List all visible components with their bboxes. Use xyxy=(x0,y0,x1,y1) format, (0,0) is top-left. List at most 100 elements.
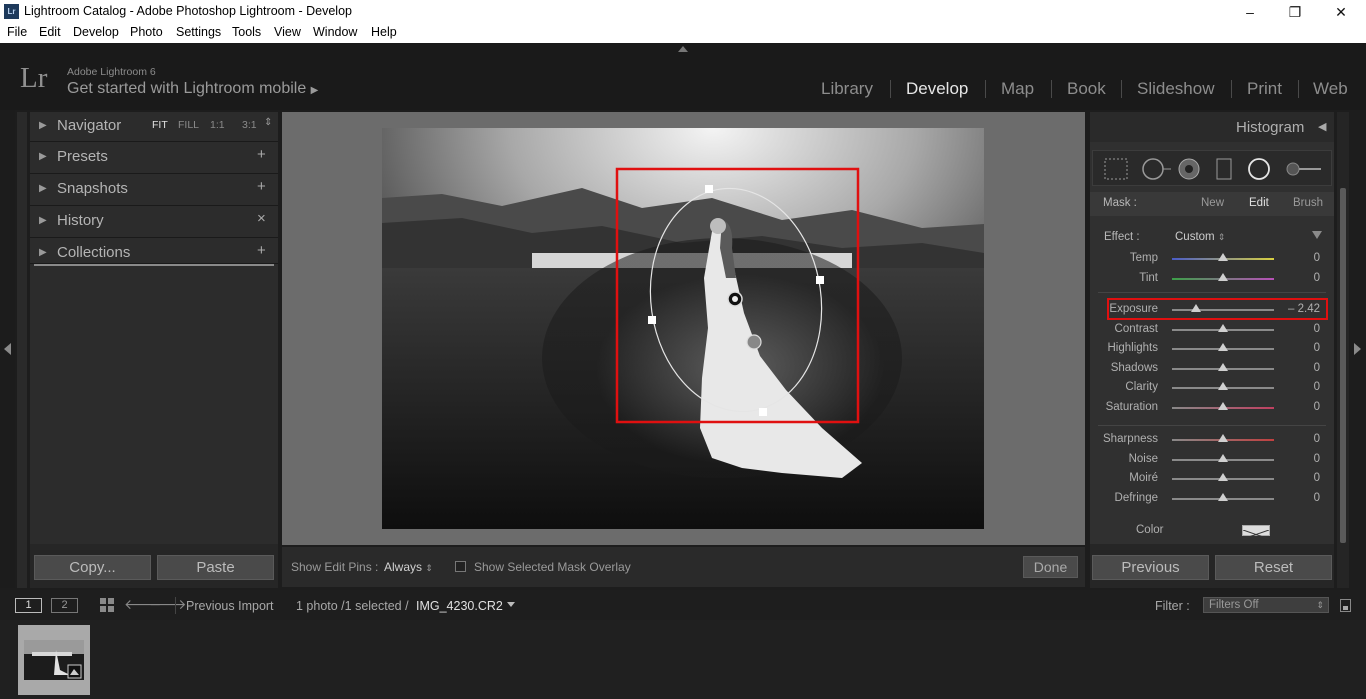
clarity-thumb[interactable] xyxy=(1218,382,1228,390)
zoom-fill[interactable]: FILL xyxy=(178,119,199,131)
filter-handle-left[interactable] xyxy=(648,316,656,324)
menu-develop[interactable]: Develop xyxy=(73,25,119,39)
saturation-slider-row[interactable]: Saturation 0 xyxy=(1090,398,1334,417)
module-map[interactable]: Map xyxy=(1001,79,1034,99)
mask-overlay-checkbox[interactable] xyxy=(455,561,466,572)
defringe-thumb[interactable] xyxy=(1218,492,1228,501)
paste-button[interactable]: Paste xyxy=(157,555,274,580)
history-header[interactable]: ▶ History × xyxy=(30,206,278,238)
menu-file[interactable]: File xyxy=(7,25,27,39)
tint-thumb[interactable] xyxy=(1218,272,1228,281)
shadows-value[interactable]: 0 xyxy=(1314,362,1320,374)
saturation-value[interactable]: 0 xyxy=(1314,401,1320,413)
grid-view-icon[interactable] xyxy=(100,598,115,613)
color-swatch[interactable] xyxy=(1242,525,1270,540)
zoom-3-1[interactable]: 3:1 xyxy=(242,119,257,131)
previous-button[interactable]: Previous xyxy=(1092,555,1209,580)
add-preset-icon[interactable]: + xyxy=(257,146,266,163)
saturation-thumb[interactable] xyxy=(1218,401,1228,410)
mask-new[interactable]: New xyxy=(1201,197,1224,209)
module-slideshow[interactable]: Slideshow xyxy=(1137,79,1215,99)
moire-value[interactable]: 0 xyxy=(1314,472,1320,484)
clear-history-icon[interactable]: × xyxy=(257,210,266,227)
contrast-thumb[interactable] xyxy=(1218,323,1228,332)
filmstrip-thumbnail-cell[interactable] xyxy=(18,625,90,695)
clarity-value[interactable]: 0 xyxy=(1314,381,1320,393)
module-develop[interactable]: Develop xyxy=(906,79,968,99)
radial-filter-icon[interactable] xyxy=(1248,158,1270,180)
highlights-slider-row[interactable]: Highlights 0 xyxy=(1090,339,1334,358)
contrast-slider-row[interactable]: Contrast 0 xyxy=(1090,320,1334,339)
temp-slider-row[interactable]: Temp 0 xyxy=(1090,249,1334,268)
exposure-slider-row[interactable]: Exposure – 2.42 xyxy=(1090,300,1334,319)
collections-header[interactable]: ▶ Collections + xyxy=(30,238,278,264)
noise-thumb[interactable] xyxy=(1218,453,1228,462)
crop-overlay-icon[interactable] xyxy=(1104,158,1128,180)
module-web[interactable]: Web xyxy=(1313,79,1348,99)
highlights-value[interactable]: 0 xyxy=(1314,342,1320,354)
temp-thumb[interactable] xyxy=(1218,253,1228,261)
exposure-value[interactable]: – 2.42 xyxy=(1288,303,1320,315)
menu-tools[interactable]: Tools xyxy=(232,25,261,39)
sharpness-slider-row[interactable]: Sharpness 0 xyxy=(1090,430,1334,449)
filter-handle-bottom[interactable] xyxy=(759,408,767,416)
exposure-track[interactable] xyxy=(1172,309,1274,311)
copy-button[interactable]: Copy... xyxy=(34,555,151,580)
mask-edit[interactable]: Edit xyxy=(1249,197,1269,209)
moire-thumb[interactable] xyxy=(1218,473,1228,481)
navigator-header[interactable]: ▶ Navigator FIT FILL 1:1 3:1 ⇕ xyxy=(30,112,278,142)
contrast-value[interactable]: 0 xyxy=(1314,323,1320,335)
filter-lock-icon[interactable] xyxy=(1340,599,1351,612)
adjustment-brush-icon[interactable] xyxy=(1286,162,1321,176)
collapse-right-icon[interactable] xyxy=(1354,343,1361,355)
exposure-thumb[interactable] xyxy=(1191,304,1202,312)
filter-handle-right[interactable] xyxy=(816,276,824,284)
zoom-fit[interactable]: FIT xyxy=(152,119,168,131)
temp-value[interactable]: 0 xyxy=(1314,252,1320,264)
graduated-filter-icon[interactable] xyxy=(1216,158,1232,180)
second-screen-button[interactable]: 2 xyxy=(51,598,78,613)
add-collection-icon[interactable]: + xyxy=(257,242,266,259)
presets-header[interactable]: ▶ Presets + xyxy=(30,142,278,174)
main-screen-button[interactable]: 1 xyxy=(15,598,42,613)
close-button[interactable]: ✕ xyxy=(1318,2,1364,22)
menu-settings[interactable]: Settings xyxy=(176,25,221,39)
red-eye-icon[interactable] xyxy=(1178,158,1200,180)
clarity-slider-row[interactable]: Clarity 0 xyxy=(1090,378,1334,397)
highlights-thumb[interactable] xyxy=(1218,343,1228,351)
module-print[interactable]: Print xyxy=(1247,79,1282,99)
tint-value[interactable]: 0 xyxy=(1314,272,1320,284)
forward-arrow-icon[interactable]: 🡒 xyxy=(149,596,187,613)
source-label[interactable]: Previous Import xyxy=(186,599,274,613)
collapse-left-icon[interactable] xyxy=(4,343,11,355)
mobile-promo[interactable]: Get started with Lightroom mobile ▶ xyxy=(67,80,318,98)
menu-window[interactable]: Window xyxy=(313,25,357,39)
mask-brush[interactable]: Brush xyxy=(1293,197,1323,209)
restore-button[interactable]: ❐ xyxy=(1272,2,1318,22)
shadows-slider-row[interactable]: Shadows 0 xyxy=(1090,359,1334,378)
collapse-top-icon[interactable] xyxy=(678,46,688,52)
menu-help[interactable]: Help xyxy=(371,25,397,39)
noise-value[interactable]: 0 xyxy=(1314,453,1320,465)
zoom-1-1[interactable]: 1:1 xyxy=(210,119,225,131)
tint-slider-row[interactable]: Tint 0 xyxy=(1090,269,1334,288)
show-pins-select[interactable]: Always ⇕ xyxy=(384,560,433,574)
defringe-slider-row[interactable]: Defringe 0 xyxy=(1090,489,1334,508)
spot-removal-icon[interactable] xyxy=(1142,158,1171,180)
filter-select[interactable]: Filters Off ⇕ xyxy=(1203,597,1329,613)
module-book[interactable]: Book xyxy=(1067,79,1106,99)
reset-button[interactable]: Reset xyxy=(1215,555,1332,580)
right-panel-scrollbar[interactable] xyxy=(1340,188,1346,543)
menu-edit[interactable]: Edit xyxy=(39,25,61,39)
effect-collapse-icon[interactable] xyxy=(1312,231,1322,239)
filename[interactable]: IMG_4230.CR2 xyxy=(416,599,503,613)
add-snapshot-icon[interactable]: + xyxy=(257,178,266,195)
filter-handle-top[interactable] xyxy=(705,185,713,193)
effect-select[interactable]: Custom ⇕ xyxy=(1175,231,1225,243)
filename-dropdown-icon[interactable] xyxy=(507,602,515,607)
sharpness-value[interactable]: 0 xyxy=(1314,433,1320,445)
defringe-value[interactable]: 0 xyxy=(1314,492,1320,504)
module-library[interactable]: Library xyxy=(821,79,873,99)
histogram-collapse-icon[interactable]: ◀ xyxy=(1318,120,1326,133)
menu-photo[interactable]: Photo xyxy=(130,25,163,39)
